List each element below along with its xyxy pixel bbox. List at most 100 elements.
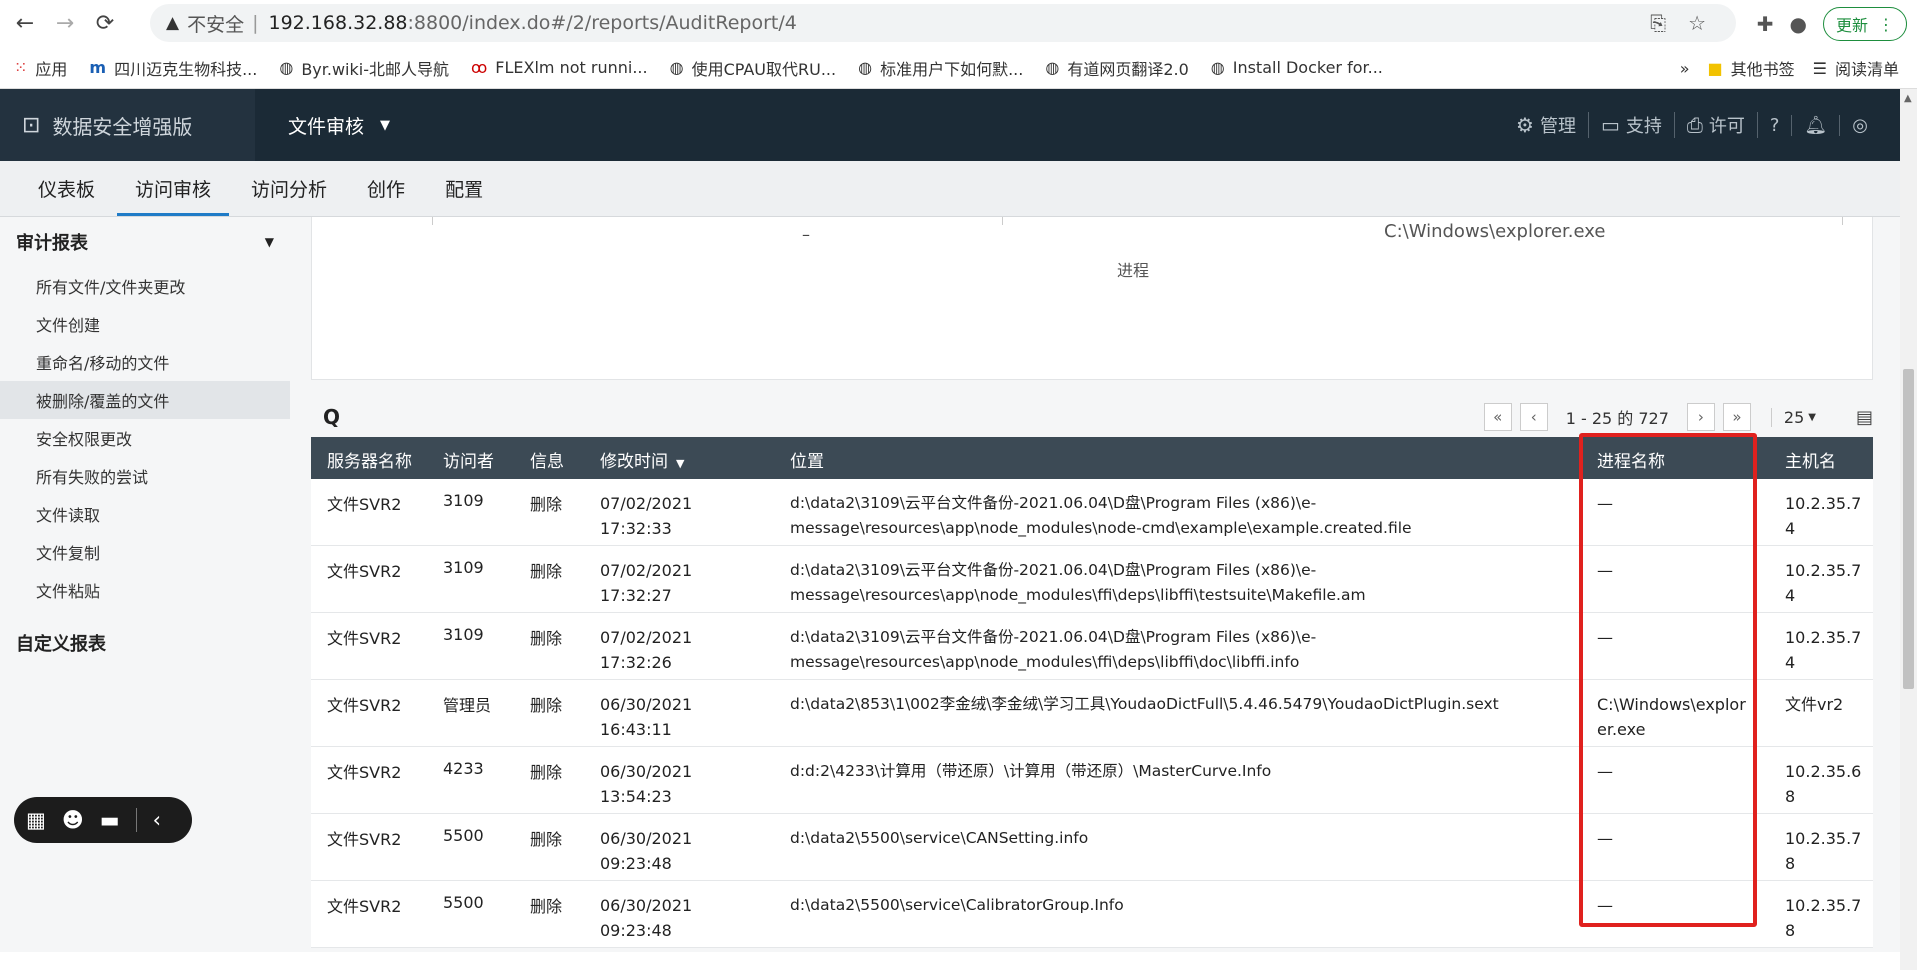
bookmarks-bar: ⁙ 应用 m 四川迈克生物科技... ◍ Byr.wiki-北邮人导航 ꝏ FLEXlm…	[0, 47, 1917, 89]
sidebar-item-failed-attempts[interactable]: 所有失败的尝试	[0, 457, 290, 495]
emoji-icon[interactable]: ☻	[62, 808, 84, 832]
update-button[interactable]: 更新 ⋮	[1822, 7, 1907, 41]
bookmark-item[interactable]: ◍ Byr.wiki-北邮人导航	[279, 56, 449, 80]
cell-location: d:\data2\3109\云平台文件备份-2021.06.04\D盘\Prog…	[790, 628, 1317, 671]
col-modified-time[interactable]: 修改时间 ▼	[600, 447, 684, 472]
grid-toolbar: Q « ‹ 1 - 25 的 727 › » 25 ▼ ▤	[311, 397, 1873, 437]
sidebar-item-all-changes[interactable]: 所有文件/文件夹更改	[0, 267, 290, 305]
pagination: « ‹ 1 - 25 的 727 › » 25 ▼ ▤	[1483, 401, 1873, 433]
cell-user: 4233	[443, 759, 484, 778]
column-settings-icon[interactable]: ▤	[1856, 407, 1873, 428]
user-avatar-icon[interactable]: ◎	[1840, 115, 1880, 136]
bookmark-logo-icon: ꝏ	[471, 58, 488, 77]
cell-user: 5500	[443, 893, 484, 912]
bookmark-item[interactable]: ◍ 有道网页翻译2.0	[1045, 56, 1188, 80]
chat-icon: ▭	[1600, 113, 1620, 137]
bookmark-item[interactable]: ◍ Install Docker for...	[1211, 58, 1383, 77]
license-link[interactable]: ⎙ 许可	[1675, 112, 1758, 138]
scroll-thumb[interactable]	[1903, 369, 1914, 689]
warning-icon: ▲	[166, 13, 180, 33]
sidebar-item-file-created[interactable]: 文件创建	[0, 305, 290, 343]
bookmark-star-icon[interactable]: ☆	[1688, 11, 1706, 35]
chart-exe-label: C:\Windows\explorer.exe	[1384, 221, 1606, 242]
tab-access-analysis[interactable]: 访问分析	[231, 161, 347, 216]
product-name: 数据安全增强版	[52, 114, 193, 139]
cell-location: d:\data2\5500\service\CANSetting.info	[790, 829, 1089, 847]
cell-info: 删除	[530, 763, 563, 782]
sidebar-item-file-copy[interactable]: 文件复制	[0, 533, 290, 571]
last-page-button[interactable]: »	[1722, 403, 1751, 431]
help-icon[interactable]: ?	[1758, 114, 1793, 136]
col-host-name[interactable]: 主机名	[1785, 447, 1869, 472]
product-brand[interactable]: ⊡ 数据安全增强版	[0, 89, 255, 161]
cell-location: d:\data2\853\1\002李金绒\李金绒\学习工具\YoudaoDic…	[790, 695, 1499, 713]
cell-server: 文件SVR2	[327, 696, 402, 715]
sidebar-item-file-paste[interactable]: 文件粘贴	[0, 571, 290, 609]
extensions-icon[interactable]: ✚	[1757, 12, 1774, 36]
cell-modified-time: 06/30/2021 09:23:48	[600, 896, 693, 940]
col-process-name[interactable]: 进程名称	[1597, 447, 1747, 472]
cell-info: 删除	[530, 830, 563, 849]
col-user[interactable]: 访问者	[443, 447, 494, 472]
cell-modified-time: 07/02/2021 17:32:33	[600, 494, 693, 538]
tab-authoring[interactable]: 创作	[347, 161, 425, 216]
table-row[interactable]: 文件SVR2 5500 删除 06/30/2021 09:23:48 d:\data2\5…	[311, 814, 1873, 881]
cell-process-name: —	[1597, 494, 1613, 513]
page-size-select[interactable]: 25 ▼	[1770, 407, 1816, 427]
first-page-button[interactable]: «	[1483, 403, 1512, 431]
widgets-icon[interactable]: ▦	[26, 808, 46, 832]
cell-process-name: —	[1597, 762, 1613, 781]
cell-host-name: 10.2.35.74	[1785, 628, 1862, 672]
sort-desc-icon: ▼	[676, 457, 685, 470]
prev-page-button[interactable]: ‹	[1519, 403, 1548, 431]
message-icon[interactable]: ▬	[100, 808, 120, 832]
search-icon[interactable]: Q	[323, 405, 340, 429]
reading-list[interactable]: ☰ 阅读清单	[1813, 56, 1899, 80]
bookmark-item[interactable]: ◍ 使用CPAU取代RU...	[670, 56, 837, 80]
next-page-button[interactable]: ›	[1686, 403, 1715, 431]
sidebar-item-deleted-overwritten[interactable]: 被删除/覆盖的文件	[0, 381, 290, 419]
bookmark-item[interactable]: m 四川迈克生物科技...	[89, 56, 257, 80]
admin-link[interactable]: ⚙ 管理	[1504, 112, 1589, 138]
page-scrollbar[interactable]: ▲	[1900, 89, 1917, 970]
table-row[interactable]: 文件SVR2 5500 删除 06/30/2021 09:23:48 d:\data2\5…	[311, 881, 1873, 948]
profile-icon[interactable]: ●	[1790, 12, 1807, 36]
cell-modified-time: 07/02/2021 17:32:26	[600, 628, 693, 672]
cell-location: d:\data2\3109\云平台文件备份-2021.06.04\D盘\Prog…	[790, 561, 1366, 604]
table-row[interactable]: 文件SVR2 3109 删除 07/02/2021 17:32:33 d:\data2\3…	[311, 479, 1873, 546]
table-row[interactable]: 文件SVR2 3109 删除 07/02/2021 17:32:26 d:\data2\3…	[311, 613, 1873, 680]
table-row[interactable]: 文件SVR2 3109 删除 07/02/2021 17:32:27 d:\data2\3…	[311, 546, 1873, 613]
chevron-left-icon[interactable]: ‹	[153, 808, 161, 832]
sidebar-section-custom-reports[interactable]: 自定义报表	[0, 623, 290, 663]
tab-dashboard[interactable]: 仪表板	[18, 161, 115, 216]
address-bar[interactable]: ▲ 不安全 | 192.168.32.88:8800/index.do#/2/r…	[150, 4, 1736, 42]
forward-arrow-icon[interactable]: →	[50, 9, 80, 39]
bookmarks-more-icon[interactable]: »	[1680, 59, 1690, 78]
sidebar-item-renamed-moved[interactable]: 重命名/移动的文件	[0, 343, 290, 381]
sidebar-item-file-read[interactable]: 文件读取	[0, 495, 290, 533]
sidebar-item-permission-changes[interactable]: 安全权限更改	[0, 419, 290, 457]
insecure-label: 不安全	[187, 13, 245, 36]
sidebar-section-audit-reports[interactable]: 审计报表 ▼	[0, 217, 290, 267]
table-row[interactable]: 文件SVR2 4233 删除 06/30/2021 13:54:23 d:d:2\4233…	[311, 747, 1873, 814]
tab-access-audit[interactable]: 访问审核	[115, 161, 231, 216]
module-switcher[interactable]: 文件审核 ▼	[288, 89, 390, 161]
bookmark-item[interactable]: ꝏ FLEXlm not runni...	[471, 58, 648, 77]
col-location[interactable]: 位置	[790, 447, 1570, 472]
reload-icon[interactable]: ⟳	[90, 9, 120, 39]
cell-process-name: —	[1597, 561, 1613, 580]
tab-configuration[interactable]: 配置	[425, 161, 503, 216]
url-host: 192.168.32.88	[268, 12, 408, 34]
col-server[interactable]: 服务器名称	[327, 447, 412, 472]
col-info[interactable]: 信息	[530, 447, 564, 472]
back-arrow-icon[interactable]: ←	[10, 9, 40, 39]
scroll-up-icon[interactable]: ▲	[1904, 93, 1912, 104]
bell-icon[interactable]: 🔔︎	[1792, 114, 1841, 136]
support-link[interactable]: ▭ 支持	[1589, 112, 1675, 138]
translate-icon[interactable]: ⎘	[1650, 11, 1666, 35]
bookmark-apps[interactable]: ⁙ 应用	[14, 56, 67, 80]
table-row[interactable]: 文件SVR2 管理员 删除 06/30/2021 16:43:11 d:\data2\85…	[311, 680, 1873, 747]
cell-info: 删除	[530, 897, 563, 916]
bookmark-item[interactable]: ◍ 标准用户下如何默...	[858, 56, 1023, 80]
other-bookmarks[interactable]: ■ 其他书签	[1708, 56, 1795, 80]
